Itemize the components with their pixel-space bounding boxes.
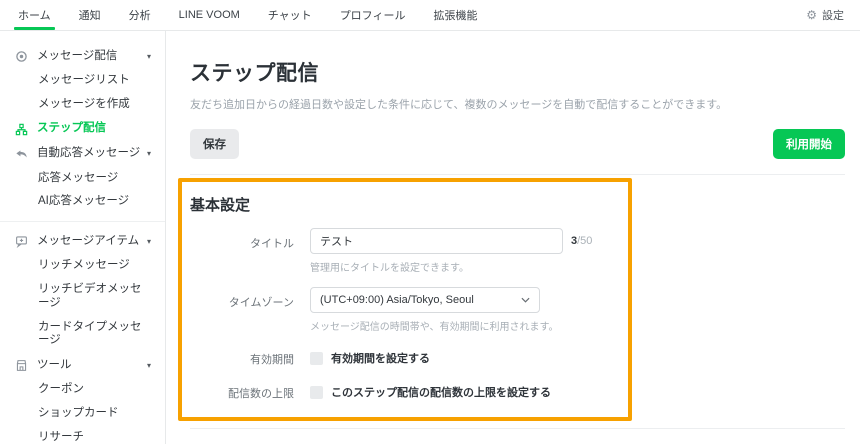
main-content: ステップ配信 友だち追加日からの経過日数や設定した条件に応じて、複数のメッセージ… bbox=[166, 31, 860, 444]
top-navigation: ホーム 通知 分析 LINE VOOM チャット プロフィール 拡張機能 ⚙ 設… bbox=[0, 0, 860, 31]
nav-item-profile[interactable]: プロフィール bbox=[326, 0, 420, 30]
timezone-field-label: タイムゾーン bbox=[228, 297, 294, 309]
timezone-field-row: タイムゾーン (UTC+09:00) Asia/Tokyo, Seoul メッセ… bbox=[190, 287, 614, 333]
timezone-select[interactable]: (UTC+09:00) Asia/Tokyo, Seoul bbox=[310, 287, 540, 313]
sidebar-item-create-message[interactable]: メッセージを作成 bbox=[0, 93, 165, 117]
delivery-limit-row: 配信数の上限 このステップ配信の配信数の上限を設定する bbox=[190, 384, 614, 401]
flow-chart-icon bbox=[14, 122, 29, 137]
broadcast-icon bbox=[14, 49, 29, 64]
sidebar-item-rich-message[interactable]: リッチメッセージ bbox=[0, 254, 165, 278]
save-button[interactable]: 保存 bbox=[190, 129, 239, 159]
nav-item-extensions[interactable]: 拡張機能 bbox=[419, 0, 491, 30]
sidebar-item-label: リッチビデオメッセージ bbox=[38, 282, 142, 309]
delivery-limit-label: 配信数の上限 bbox=[228, 388, 294, 400]
basic-settings-heading: 基本設定 bbox=[190, 197, 251, 214]
nav-item-analytics[interactable]: 分析 bbox=[115, 0, 165, 30]
sidebar-item-label: 自動応答メッセージ bbox=[37, 147, 141, 160]
nav-item-notifications[interactable]: 通知 bbox=[65, 0, 115, 30]
sidebar-item-tools[interactable]: ツール ▾ bbox=[0, 353, 165, 378]
validity-period-checkbox-label: 有効期間を設定する bbox=[331, 353, 430, 365]
chevron-down-icon[interactable]: ▾ bbox=[147, 361, 151, 371]
page-description: 友だち追加日からの経過日数や設定した条件に応じて、複数のメッセージを自動で配信す… bbox=[190, 99, 728, 111]
title-field-row: タイトル 3/50 管理用にタイトルを設定できます。 bbox=[190, 228, 614, 274]
timezone-selected-value: (UTC+09:00) Asia/Tokyo, Seoul bbox=[320, 294, 474, 306]
sidebar-item-label: メッセージ配信 bbox=[37, 49, 118, 62]
page-title: ステップ配信 bbox=[190, 62, 319, 85]
gear-icon: ⚙ bbox=[806, 8, 817, 22]
sidebar-item-label: ツール bbox=[37, 358, 72, 371]
line-official-account-manager: ホーム 通知 分析 LINE VOOM チャット プロフィール 拡張機能 ⚙ 設… bbox=[0, 0, 860, 444]
validity-period-label: 有効期間 bbox=[250, 354, 294, 366]
title-helper-text: 管理用にタイトルを設定できます。 bbox=[310, 263, 469, 274]
sidebar: メッセージ配信 ▾ メッセージリスト メッセージを作成 ステップ配信 自動応答メ… bbox=[0, 31, 166, 444]
sidebar-item-auto-response[interactable]: 自動応答メッセージ ▾ bbox=[0, 142, 165, 167]
settings-label: 設定 bbox=[822, 10, 844, 22]
validity-period-row: 有効期間 有効期間を設定する bbox=[190, 350, 614, 367]
sidebar-item-label: AI応答メッセージ bbox=[38, 195, 130, 208]
chevron-down-icon bbox=[521, 297, 530, 303]
sidebar-item-message-list[interactable]: メッセージリスト bbox=[0, 69, 165, 93]
sidebar-item-research[interactable]: リサーチ bbox=[0, 426, 165, 444]
storefront-icon bbox=[14, 358, 29, 373]
section-divider bbox=[190, 428, 845, 429]
sidebar-item-label: リサーチ bbox=[38, 430, 84, 443]
sidebar-divider bbox=[0, 221, 165, 223]
sidebar-item-shop-card[interactable]: ショップカード bbox=[0, 402, 165, 426]
chevron-down-icon[interactable]: ▾ bbox=[147, 149, 151, 159]
sidebar-item-coupon[interactable]: クーポン bbox=[0, 378, 165, 402]
sidebar-item-label: ショップカード bbox=[38, 406, 119, 419]
chevron-down-icon[interactable]: ▾ bbox=[147, 237, 151, 247]
nav-item-line-voom[interactable]: LINE VOOM bbox=[165, 0, 254, 30]
sidebar-item-label: クーポン bbox=[38, 383, 84, 396]
start-button[interactable]: 利用開始 bbox=[773, 129, 845, 159]
sidebar-item-label: ステップ配信 bbox=[37, 122, 106, 135]
sidebar-item-label: メッセージリスト bbox=[38, 74, 130, 86]
delivery-limit-checkbox-label: このステップ配信の配信数の上限を設定する bbox=[331, 387, 551, 399]
basic-settings-highlight-box: 基本設定 タイトル 3/50 管理用にタイトルを設定できます。 タイムゾーン bbox=[178, 178, 632, 421]
title-field-label: タイトル bbox=[250, 238, 294, 250]
sidebar-item-message-items[interactable]: メッセージアイテム ▾ bbox=[0, 229, 165, 254]
action-row: 保存 利用開始 bbox=[190, 129, 845, 175]
sidebar-item-step-delivery[interactable]: ステップ配信 bbox=[0, 117, 165, 142]
sidebar-item-response-message[interactable]: 応答メッセージ bbox=[0, 167, 165, 191]
sidebar-item-ai-response-message[interactable]: AI応答メッセージ bbox=[0, 190, 165, 214]
chevron-down-icon[interactable]: ▾ bbox=[147, 52, 151, 62]
char-counter: 3/50 bbox=[571, 235, 593, 247]
nav-item-chat[interactable]: チャット bbox=[254, 0, 326, 30]
sidebar-item-card-type-message[interactable]: カードタイプメッセージ bbox=[0, 316, 165, 354]
reply-arrow-icon bbox=[14, 147, 29, 162]
nav-item-home[interactable]: ホーム bbox=[4, 0, 65, 30]
message-item-icon bbox=[14, 234, 29, 249]
sidebar-item-label: 応答メッセージ bbox=[38, 171, 119, 184]
sidebar-item-label: カードタイプメッセージ bbox=[38, 320, 142, 347]
validity-period-checkbox[interactable] bbox=[310, 351, 323, 365]
title-input[interactable] bbox=[310, 228, 563, 254]
delivery-limit-checkbox[interactable] bbox=[310, 385, 323, 399]
sidebar-item-message-broadcast[interactable]: メッセージ配信 ▾ bbox=[0, 44, 165, 69]
timezone-helper-text: メッセージ配信の時間帯や、有効期間に利用されます。 bbox=[310, 322, 559, 333]
settings-button[interactable]: ⚙ 設定 bbox=[806, 0, 844, 30]
sidebar-item-label: メッセージアイテム bbox=[37, 234, 140, 247]
sidebar-item-label: メッセージを作成 bbox=[38, 97, 130, 110]
sidebar-item-rich-video-message[interactable]: リッチビデオメッセージ bbox=[0, 278, 165, 316]
sidebar-item-label: リッチメッセージ bbox=[38, 259, 130, 272]
